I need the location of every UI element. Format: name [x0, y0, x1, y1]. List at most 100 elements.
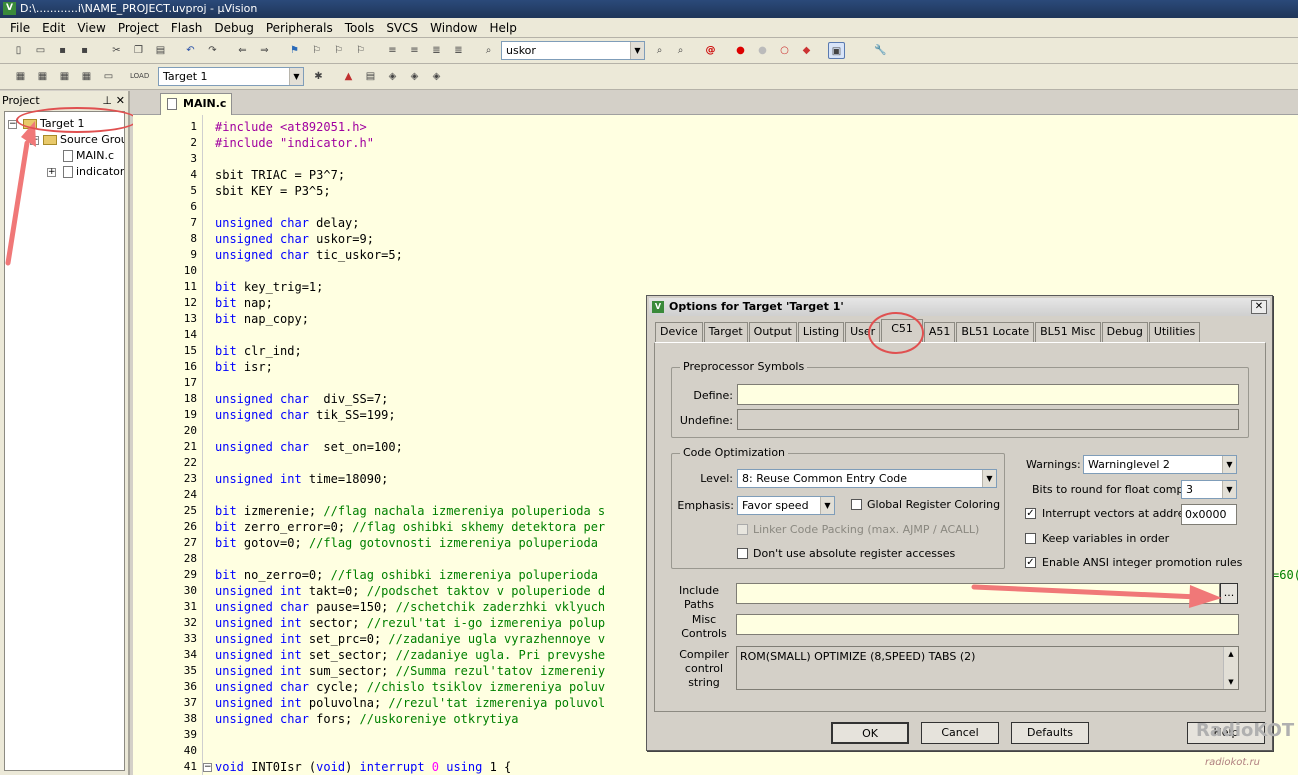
indent-icon[interactable]: ≡ — [384, 42, 401, 59]
kill-breakpoints-icon[interactable]: ○ — [776, 42, 793, 59]
target-options-icon[interactable]: ✱ — [310, 68, 327, 85]
fold-toggle-icon[interactable]: − — [203, 763, 212, 772]
pack-installer-icon[interactable]: ◈ — [428, 68, 445, 85]
stop-build-icon[interactable]: ▭ — [100, 68, 117, 85]
code-line: unsigned char uskor=9; — [215, 232, 374, 246]
defaults-button[interactable]: Defaults — [1011, 722, 1089, 744]
incremental-find-icon[interactable]: ⌕ — [672, 42, 689, 59]
menu-peripherals[interactable]: Peripherals — [260, 19, 339, 37]
misc-controls-input[interactable] — [736, 614, 1239, 635]
cancel-button[interactable]: Cancel — [921, 722, 999, 744]
prev-bookmark-icon[interactable]: ⚐ — [308, 42, 325, 59]
line-numbers: 1 2 3 4 5 6 7 8 9 10 11 12 13 14 15 16 1… — [133, 119, 197, 775]
rebuild-icon[interactable]: ▦ — [56, 68, 73, 85]
tab-output[interactable]: Output — [748, 322, 797, 342]
disable-breakpoint-icon[interactable]: ● — [754, 42, 771, 59]
uncomment-icon[interactable]: ≣ — [450, 42, 467, 59]
emphasis-select[interactable]: Favor speed ▼ — [737, 496, 835, 515]
no-abs-reg-checkbox[interactable] — [737, 548, 748, 559]
line-number: 4 — [190, 168, 197, 181]
menu-file[interactable]: File — [4, 19, 36, 37]
tab-debug[interactable]: Debug — [1101, 322, 1148, 342]
target-select[interactable]: Target 1 ▼ — [158, 67, 304, 86]
find-value: uskor — [506, 44, 536, 57]
tab-main-c-label: MAIN.c — [183, 97, 227, 110]
clear-bookmarks-icon[interactable]: ⚐ — [352, 42, 369, 59]
tab-a51[interactable]: A51 — [923, 322, 956, 342]
manage-components-icon[interactable]: ▲ — [340, 68, 357, 85]
linker-packing-checkbox[interactable] — [737, 524, 748, 535]
level-select[interactable]: 8: Reuse Common Entry Code ▼ — [737, 469, 997, 488]
close-icon[interactable]: ✕ — [1251, 300, 1267, 314]
tab-main-c[interactable]: MAIN.c — [160, 93, 232, 115]
toolbar-build: ▦ ▦ ▦ ▦ ▭ LOAD Target 1 ▼ ✱ ▲ ▤ ◈ ◈ ◈ — [0, 64, 1298, 90]
menu-tools[interactable]: Tools — [339, 19, 381, 37]
batch-build-icon[interactable]: ▦ — [78, 68, 95, 85]
comment-icon[interactable]: ≣ — [428, 42, 445, 59]
menu-window[interactable]: Window — [424, 19, 483, 37]
save-all-icon[interactable]: ▪ — [76, 42, 93, 59]
bookmark-icon[interactable]: ⚑ — [286, 42, 303, 59]
load-icon[interactable]: LOAD — [130, 68, 149, 85]
find-in-files-icon[interactable]: ⌕ — [480, 42, 497, 59]
tab-device[interactable]: Device — [655, 322, 703, 342]
nav-forward-icon[interactable]: ⇒ — [256, 42, 273, 59]
paste-icon[interactable]: ▤ — [152, 42, 169, 59]
line-number: 35 — [183, 664, 197, 677]
undefine-input[interactable] — [737, 409, 1239, 430]
menu-help[interactable]: Help — [483, 19, 522, 37]
find-combo[interactable]: uskor ▼ — [501, 41, 645, 60]
interrupt-vectors-checkbox[interactable]: ✓ — [1025, 508, 1036, 519]
file-extensions-icon[interactable]: ▤ — [362, 68, 379, 85]
ansi-promotion-checkbox[interactable]: ✓ — [1025, 557, 1036, 568]
compiler-string-box[interactable]: ROM(SMALL) OPTIMIZE (8,SPEED) TABS (2) ▲… — [736, 646, 1239, 690]
line-number: 21 — [183, 440, 197, 453]
warnings-select[interactable]: Warninglevel 2 ▼ — [1083, 455, 1237, 474]
interrupt-vectors-label: Interrupt vectors at address: — [1042, 507, 1200, 520]
ok-button[interactable]: OK — [831, 722, 909, 744]
define-input[interactable] — [737, 384, 1239, 405]
float-compare-label: Bits to round for float compare: — [1032, 483, 1205, 496]
code-line: bit key_trig=1; — [215, 280, 324, 294]
keep-variables-checkbox[interactable] — [1025, 533, 1036, 544]
unindent-icon[interactable]: ≡ — [406, 42, 423, 59]
float-compare-select[interactable]: 3 ▼ — [1181, 480, 1237, 499]
window-select-icon[interactable]: ▣ — [828, 42, 845, 59]
menu-project[interactable]: Project — [112, 19, 165, 37]
chevron-down-icon: ▼ — [820, 497, 834, 514]
redo-icon[interactable]: ↷ — [204, 42, 221, 59]
cut-icon[interactable]: ✂ — [108, 42, 125, 59]
save-icon[interactable]: ▪ — [54, 42, 71, 59]
annotation-oval-target — [16, 107, 138, 133]
menu-debug[interactable]: Debug — [208, 19, 259, 37]
copy-icon[interactable]: ❐ — [130, 42, 147, 59]
interrupt-address-input[interactable]: 0x0000 — [1181, 504, 1237, 525]
tab-listing[interactable]: Listing — [797, 322, 845, 342]
configure-icon[interactable]: 🔧 — [872, 42, 889, 59]
disable-all-breakpoints-icon[interactable]: ◆ — [798, 42, 815, 59]
tab-target[interactable]: Target — [703, 322, 748, 342]
new-file-icon[interactable]: ▯ — [10, 42, 27, 59]
open-folder-icon[interactable]: ▭ — [32, 42, 49, 59]
build-icon[interactable]: ▦ — [34, 68, 51, 85]
menu-edit[interactable]: Edit — [36, 19, 71, 37]
find-icon[interactable]: ⌕ — [651, 42, 668, 59]
breakpoint-icon[interactable]: ● — [732, 42, 749, 59]
tab-bl51-misc[interactable]: BL51 Misc — [1035, 322, 1101, 342]
tab-bl51-locate[interactable]: BL51 Locate — [956, 322, 1035, 342]
debug-session-icon[interactable]: @ — [702, 42, 719, 59]
translate-icon[interactable]: ▦ — [12, 68, 29, 85]
undo-icon[interactable]: ↶ — [182, 42, 199, 59]
select-packs-icon[interactable]: ◈ — [384, 68, 401, 85]
global-register-checkbox[interactable] — [851, 499, 862, 510]
menu-flash[interactable]: Flash — [165, 19, 208, 37]
include-paths-label: Include Paths — [678, 584, 720, 611]
scrollbar[interactable]: ▲ ▼ — [1223, 647, 1238, 689]
nav-back-icon[interactable]: ⇐ — [234, 42, 251, 59]
runtime-env-icon[interactable]: ◈ — [406, 68, 423, 85]
next-bookmark-icon[interactable]: ⚐ — [330, 42, 347, 59]
menu-view[interactable]: View — [71, 19, 111, 37]
menu-svcs[interactable]: SVCS — [380, 19, 424, 37]
line-number: 22 — [183, 456, 197, 469]
tab-utilities[interactable]: Utilities — [1148, 322, 1201, 342]
